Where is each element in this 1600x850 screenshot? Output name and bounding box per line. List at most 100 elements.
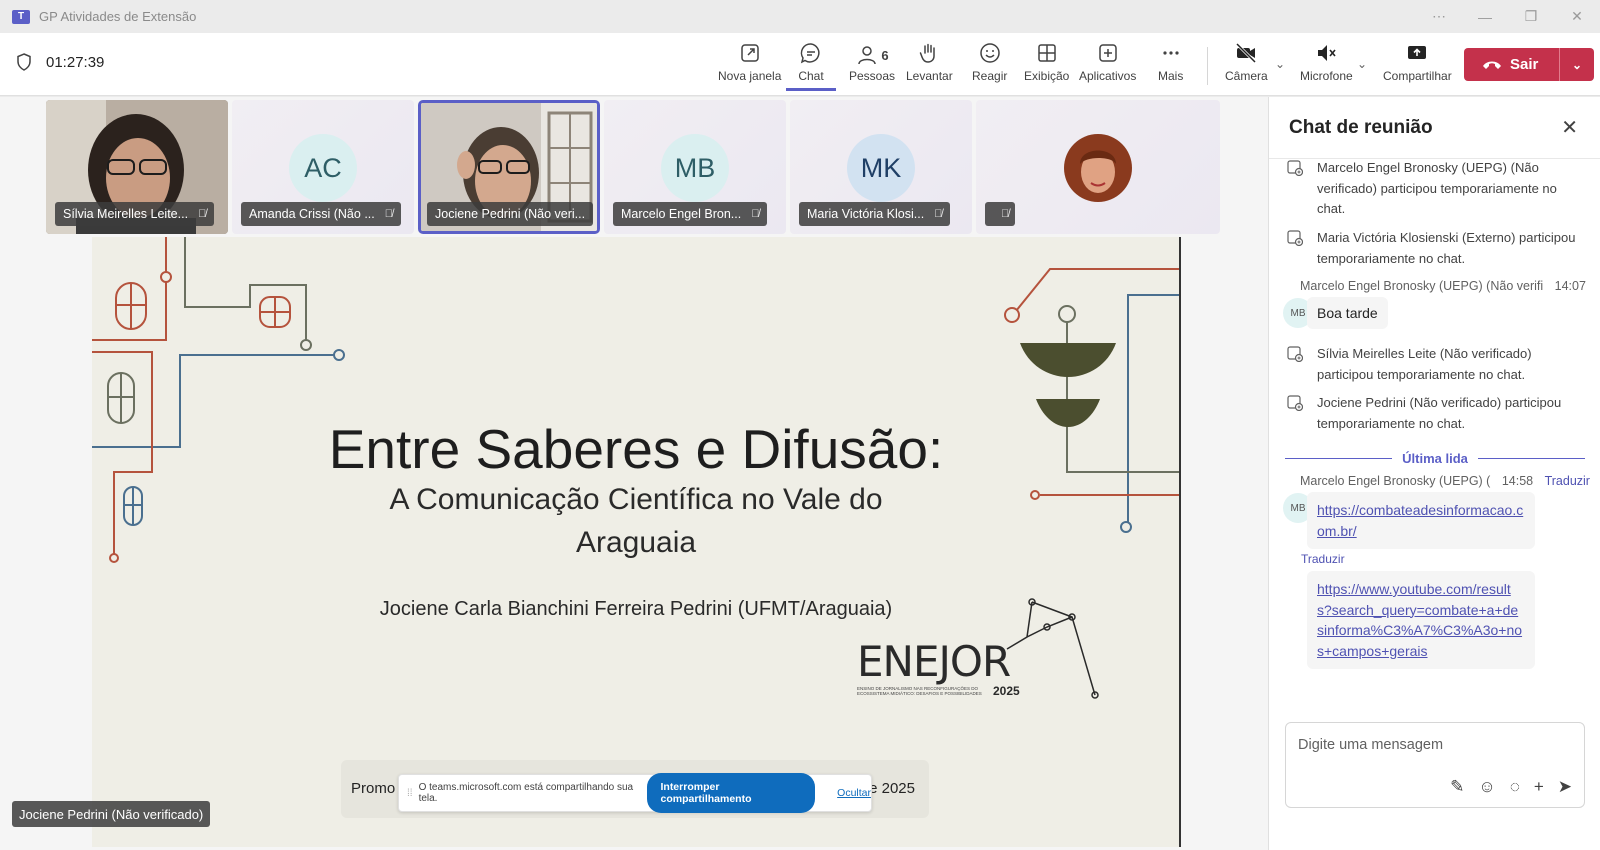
participant-name: Sílvia Meirelles Leite... (63, 207, 189, 221)
close-window-icon[interactable]: ✕ (1554, 0, 1600, 33)
minimize-icon[interactable]: — (1462, 0, 1508, 33)
message-link[interactable]: https://www.youtube.com/results?search_q… (1317, 581, 1522, 659)
message-link[interactable]: https://combateadesinformacao.com.br/ (1317, 502, 1523, 539)
microphone-button[interactable]: Microfone (1300, 41, 1353, 91)
chat-join-icon (1287, 230, 1303, 246)
chat-button[interactable]: Chat (786, 41, 836, 91)
ellipsis-icon (1163, 51, 1179, 55)
profile-photo-avatar (1064, 134, 1132, 202)
mic-off-icon: 🎙̸ (934, 208, 943, 220)
slide-subtitle-line2: Araguaia (575, 526, 697, 559)
restore-icon[interactable]: ❐ (1508, 0, 1554, 33)
participant-name-tag: Jociene Pedrini (Não veri... (427, 202, 594, 226)
chat-join-icon (1287, 160, 1303, 176)
microphone-label: Microfone (1300, 69, 1353, 83)
raise-hand-label: Levantar (906, 69, 953, 83)
message-header: Marcelo Engel Bronosky (UEPG) (Não verif… (1300, 279, 1586, 293)
chat-icon (800, 43, 820, 64)
avatar: MB (661, 134, 729, 202)
participant-name-tag: Marcelo Engel Bron... 🎙̸ (613, 202, 768, 226)
stop-sharing-button[interactable]: Interromper compartilhamento (647, 773, 816, 813)
new-window-label: Nova janela (718, 69, 782, 83)
toolbar-divider (1207, 47, 1208, 85)
mic-off-icon: 🎙̸ (751, 208, 760, 220)
window-controls: ⋯ — ❐ ✕ (1416, 0, 1600, 33)
message-time: 14:58 (1501, 474, 1534, 488)
leave-button[interactable]: Sair ⌄ (1464, 48, 1594, 81)
system-message-text: Marcelo Engel Bronosky (UEPG) (Não verif… (1317, 160, 1557, 216)
participant-name: Jociene Pedrini (Não veri... (435, 207, 586, 221)
leave-options-chevron-icon[interactable]: ⌄ (1560, 58, 1594, 72)
view-button[interactable]: Exibição (1024, 41, 1069, 91)
new-window-button[interactable]: Nova janela (718, 41, 781, 91)
camera-button[interactable]: Câmera (1225, 41, 1268, 91)
react-label: Reagir (972, 69, 1008, 83)
participant-tile-5[interactable]: MK Maria Victória Klosi... 🎙̸ (790, 100, 972, 234)
slide-subtitle-line1: A Comunicação Científica no Vale do (389, 483, 883, 516)
slide-title: Entre Saberes e Difusão: (328, 418, 944, 480)
teams-logo-icon: T (12, 9, 30, 24)
add-icon[interactable]: + (1534, 777, 1544, 797)
chat-join-icon (1287, 395, 1303, 411)
window-title: GP Atividades de Extensão (39, 9, 197, 24)
chat-label: Chat (798, 69, 824, 83)
shared-screen-slide: Entre Saberes e Difusão: A Comunicação C… (92, 237, 1180, 847)
loop-icon[interactable]: ◌ (1510, 777, 1520, 797)
elapsed-time: 01:27:39 (46, 53, 105, 71)
system-message: Maria Victória Klosienski (Externo) part… (1287, 228, 1587, 269)
last-read-label: Última lida (1402, 451, 1468, 466)
send-icon[interactable]: ➤ (1558, 777, 1572, 797)
mic-muted-icon (1318, 45, 1336, 61)
shield-icon (17, 53, 31, 71)
message-compose-box[interactable]: Digite uma mensagem ✎ ☺ ◌ + ➤ (1285, 722, 1585, 808)
more-options-icon[interactable]: ⋯ (1416, 0, 1462, 33)
emoji-icon[interactable]: ☺ (1478, 777, 1495, 797)
participant-tile-2[interactable]: AC Amanda Crissi (Não ... 🎙̸ (232, 100, 414, 234)
format-icon[interactable]: ✎ (1450, 777, 1464, 797)
view-label: Exibição (1024, 69, 1070, 83)
participant-name: Maria Victória Klosi... (807, 207, 925, 221)
pop-out-icon (740, 44, 759, 62)
logo-tagline: ENSINO DE JORNALISMO NAS RECONFIGURAÇÕES… (857, 686, 982, 696)
participant-name: Amanda Crissi (Não ... (249, 207, 375, 221)
raise-hand-button[interactable]: Levantar (906, 41, 953, 91)
react-button[interactable]: Reagir (972, 41, 1007, 91)
close-chat-icon[interactable]: ✕ (1561, 115, 1578, 140)
divider-line (1285, 458, 1393, 459)
participant-tile-4[interactable]: MB Marcelo Engel Bron... 🎙̸ (604, 100, 786, 234)
chat-message[interactable]: Boa tarde (1307, 297, 1388, 329)
chat-message: https://combateadesinformacao.com.br/ (1307, 492, 1535, 549)
system-message-text: Sílvia Meirelles Leite (Não verificado) … (1317, 346, 1532, 382)
share-button[interactable]: Compartilhar (1383, 41, 1452, 91)
share-screen-icon (1408, 46, 1427, 59)
camera-label: Câmera (1225, 69, 1268, 83)
translate-link[interactable]: Traduzir (1545, 474, 1590, 488)
people-button[interactable]: 6 Pessoas (849, 41, 895, 91)
last-read-divider: Última lida (1285, 451, 1585, 466)
share-banner-text: O teams.microsoft.com está compartilhand… (418, 782, 634, 804)
grid-view-icon (1037, 44, 1056, 62)
slide-footer-right: e 2025 (869, 780, 915, 797)
meeting-chat-panel: Chat de reunião ✕ Marcelo Engel Bronosky… (1268, 97, 1600, 850)
translate-link[interactable]: Traduzir (1301, 552, 1345, 566)
mic-options-chevron-icon[interactable]: ⌄ (1357, 57, 1367, 71)
more-button[interactable]: Mais (1158, 41, 1183, 91)
participant-tile-3-speaking[interactable]: Jociene Pedrini (Não veri... (418, 100, 600, 234)
participant-tile-6[interactable]: 🎙̸ (976, 100, 1220, 234)
mic-off-icon: 🎙̸ (1001, 208, 1010, 220)
compose-placeholder: Digite uma mensagem (1298, 737, 1444, 753)
hide-banner-link[interactable]: Ocultar (837, 787, 871, 799)
chat-title: Chat de reunião (1269, 97, 1600, 159)
camera-options-chevron-icon[interactable]: ⌄ (1275, 57, 1285, 71)
presenter-name-tag: Jociene Pedrini (Não verificado) (12, 801, 211, 827)
participant-tile-1[interactable]: Sílvia Meirelles Leite... 🎙̸ (46, 100, 228, 234)
message-author: Marcelo Engel Bronosky (UEPG) ( (1300, 474, 1491, 488)
meeting-toolbar: 01:27:39 Nova janela Chat 6 Pessoas Leva… (0, 33, 1600, 96)
participant-name-tag: Amanda Crissi (Não ... 🎙̸ (241, 202, 401, 226)
slide-footer-left: Promo (351, 780, 396, 797)
smiley-icon (979, 43, 1000, 63)
leave-main[interactable]: Sair (1464, 48, 1560, 81)
apps-button[interactable]: Aplicativos (1079, 41, 1136, 91)
participant-name-tag: 🎙̸ (985, 202, 1016, 226)
drag-handle-icon[interactable]: ⁞⁞ (407, 788, 413, 799)
